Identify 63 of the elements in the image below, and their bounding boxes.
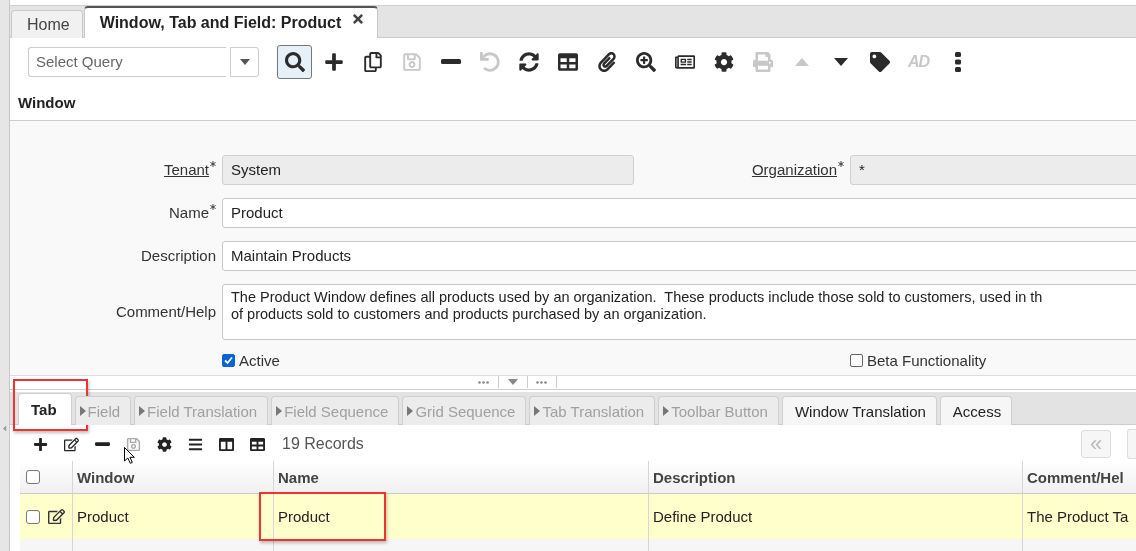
caret-up-icon [794,57,809,66]
grip-icon[interactable] [536,380,547,384]
minus-icon [440,59,461,65]
text-area[interactable]: The Product Window defines all products used by an organization. These products include those sold to customers, used in th of products sold to customers and products purchased by an organization. [222,283,1136,340]
window-tab[interactable]: Home [11,10,83,39]
field-link[interactable]: Tenant [163,161,209,179]
search-button[interactable] [277,44,312,79]
section-title: Window [10,79,1136,121]
query-field[interactable]: Select Query [28,46,226,77]
plus-icon [323,51,344,72]
table-icon [250,436,265,452]
settings-icon [713,51,734,72]
edit-icon[interactable] [48,508,65,525]
column-header[interactable]: Description [648,461,1022,494]
record-count: 19 Records [282,435,364,454]
table-icon [557,51,578,72]
caret-down-icon [239,58,250,65]
window-tab[interactable]: Window, Tab and Field: Product [83,6,379,39]
paperclip-icon [596,51,617,72]
plus-icon [33,436,48,452]
column-header[interactable]: Comment/Hel [1022,461,1136,494]
checkbox[interactable] [26,470,40,484]
minus-icon [95,442,110,447]
text-field[interactable]: Product [222,197,1136,228]
detail-tab[interactable]: Window Translation [781,396,937,426]
columns-icon [219,436,234,452]
grip-icon[interactable] [478,380,489,384]
detail-tab[interactable]: Tab [18,393,72,426]
settings-icon [157,436,172,452]
field-label: Comment/Help [115,303,216,321]
checkbox[interactable] [26,509,40,524]
field-label: Description [140,247,216,265]
caret-down-icon [833,57,848,66]
text-field[interactable]: System [222,154,634,185]
checkbox-label: Beta Functionality [867,352,987,370]
caret-down-icon[interactable] [507,379,518,386]
checkbox[interactable] [222,354,235,368]
detail-tab[interactable]: Access [939,396,1013,426]
refresh-icon [518,51,539,72]
dropdown-button[interactable] [230,46,259,77]
table-cell: Product [72,494,273,539]
edit-icon [64,436,79,452]
field-label: Name [169,204,209,222]
column-header[interactable]: Name [273,461,648,494]
table-cell: Define Product [648,494,1022,539]
tag-icon [869,51,890,72]
text-field[interactable]: * [850,154,1136,185]
close-icon[interactable] [351,12,366,27]
column-header[interactable]: Window [72,461,273,494]
checkbox-label: Active [239,352,280,370]
table-cell: Product [273,494,648,539]
mouse-pointer-icon [124,447,135,465]
printer-icon [752,51,773,72]
list-icon [188,436,203,452]
copy-icon [362,51,383,72]
more-icon [954,51,961,72]
text-field[interactable]: Maintain Products [222,240,1136,271]
table-cell: The Product Ta [1022,494,1136,539]
checkbox[interactable] [850,354,863,368]
field-link[interactable]: Organization [751,161,837,179]
zoom-in-icon [635,51,656,72]
search-icon [284,51,305,72]
undo-icon [479,51,500,72]
